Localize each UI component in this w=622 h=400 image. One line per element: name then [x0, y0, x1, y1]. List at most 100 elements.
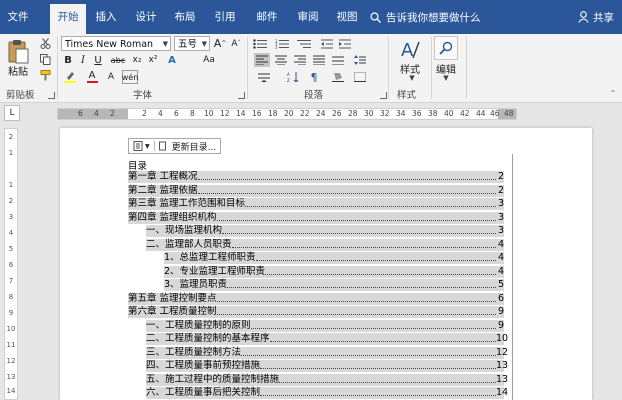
toc-entry[interactable]: 五、施工过程中的质量控制措施 13 — [128, 373, 508, 386]
toc-entry[interactable]: 第二章 监理依据 2 — [128, 184, 504, 197]
toc-entry[interactable]: 2、专业监理工程师职责 4 — [128, 265, 504, 278]
toc-entry-text[interactable]: 四、工程质量事前预控措施 — [146, 360, 261, 372]
toc-entry-text[interactable]: 2、专业监理工程师职责 — [164, 265, 266, 278]
toc-entry-text[interactable]: 第二章 监理依据 — [128, 184, 198, 197]
font-launcher-icon[interactable] — [238, 92, 245, 99]
justify-icon[interactable] — [311, 53, 327, 67]
tab-design[interactable]: 设计 — [126, 0, 166, 34]
toc-entry-text[interactable]: 一、工程质量控制的原则 — [146, 319, 251, 332]
show-marks-icon[interactable]: ¶ — [306, 70, 322, 84]
font-color-button[interactable]: A — [84, 70, 100, 84]
chevron-down-icon[interactable]: ▼ — [202, 37, 207, 52]
ruler-strip[interactable]: 6 4 2 2 4 6 8 10 12 14 16 18 20 22 24 26… — [57, 108, 517, 120]
toc-entry-text[interactable]: 二、工程质量控制的基本程序 — [146, 333, 270, 345]
copy-icon[interactable] — [38, 52, 52, 66]
toc-entry-text[interactable]: 三、工程质量控制方法 — [146, 346, 242, 359]
toc-entry[interactable]: 三、工程质量控制方法 12 — [128, 346, 508, 359]
toc-entry-text[interactable]: 3、监理员职责 — [164, 279, 228, 291]
shrink-font-icon[interactable]: Aˇ — [229, 36, 243, 51]
ruler-number: 2 — [8, 133, 14, 141]
toc-entry[interactable]: 1、总监理工程师职责 4 — [128, 252, 504, 264]
toc-entry-text[interactable]: 第一章 工程概况 — [128, 171, 198, 183]
tab-insert[interactable]: 插入 — [86, 0, 126, 34]
tab-layout[interactable]: 布局 — [166, 0, 204, 34]
toc-entry-text[interactable]: 第五章 监理控制要点 — [128, 292, 217, 305]
styles-icon[interactable]: A — [395, 36, 425, 62]
update-toc-button[interactable]: 更新目录... — [172, 140, 217, 153]
borders-icon[interactable] — [352, 70, 368, 84]
toc-entry[interactable]: 一、现场监理机构 3 — [128, 225, 504, 237]
toc-icon[interactable] — [133, 141, 143, 151]
toc-entry[interactable]: 第五章 监理控制要点 6 — [128, 292, 504, 305]
toc-entry-text[interactable]: 第六章 工程质量控制 — [128, 306, 217, 318]
toc-entry[interactable]: 二、监理部人员职责 4 — [128, 238, 504, 251]
toc-entry[interactable]: 六、工程质量事后把关控制 14 — [128, 387, 508, 399]
increase-indent-icon[interactable] — [338, 37, 352, 50]
shading-icon[interactable] — [330, 70, 346, 84]
line-spacing-icon[interactable] — [352, 53, 368, 67]
font-size-combo[interactable]: 五号 ▼ — [174, 36, 210, 51]
tab-mailings[interactable]: 邮件 — [246, 0, 288, 34]
format-painter-icon[interactable] — [38, 68, 52, 82]
toc-entry-text[interactable]: 1、总监理工程师职责 — [164, 252, 256, 264]
distributed-icon[interactable] — [330, 53, 346, 67]
toc-entry[interactable]: 一、工程质量控制的原则 9 — [128, 319, 504, 332]
highlight-color-icon[interactable] — [62, 70, 78, 84]
text-effects-button[interactable]: A — [164, 53, 180, 67]
numbering-icon[interactable]: 123 — [273, 37, 291, 50]
find-icon[interactable] — [434, 36, 458, 60]
tell-me-search[interactable]: 告诉我你想要做什么 — [370, 0, 481, 34]
italic-button[interactable]: I — [77, 53, 89, 67]
bullets-icon[interactable] — [251, 37, 269, 50]
align-right-icon[interactable] — [292, 53, 308, 67]
toc-entry-text[interactable]: 六、工程质量事后把关控制 — [146, 387, 261, 399]
bold-button[interactable]: B — [62, 53, 74, 67]
toc-entry[interactable]: 四、工程质量事前预控措施 13 — [128, 360, 508, 372]
tab-file[interactable]: 文件 — [0, 0, 36, 34]
underline-button[interactable]: U — [92, 53, 104, 67]
toc-entry-text[interactable]: 五、施工过程中的质量控制措施 — [146, 373, 280, 386]
tab-review[interactable]: 审阅 — [288, 0, 328, 34]
toc-entry-text[interactable]: 第三章 监理工作范围和目标 — [128, 198, 246, 210]
chevron-down-icon[interactable]: ▼ — [145, 143, 150, 150]
grow-font-icon[interactable]: A ^ — [213, 36, 227, 51]
paste-button[interactable] — [4, 36, 32, 66]
paragraph-launcher-icon[interactable] — [380, 92, 387, 99]
multilevel-list-icon[interactable] — [295, 37, 313, 50]
change-case-button[interactable]: Aa — [200, 53, 218, 67]
chevron-down-icon[interactable]: ▼ — [402, 74, 422, 82]
chinese-layout-icon[interactable] — [256, 70, 272, 84]
toc-entry[interactable]: 3、监理员职责 5 — [128, 279, 504, 291]
toc-entry[interactable]: 二、工程质量控制的基本程序 10 — [128, 333, 508, 345]
subscript-button[interactable]: x₂ — [130, 53, 144, 67]
chevron-down-icon[interactable]: ▼ — [436, 74, 456, 82]
superscript-button[interactable]: x² — [146, 53, 160, 67]
toc-entry-text[interactable]: 二、监理部人员职责 — [146, 238, 232, 251]
chevron-down-icon[interactable]: ▼ — [163, 37, 168, 52]
align-left-icon[interactable] — [254, 53, 270, 67]
collapse-ribbon-icon[interactable]: ⌃ — [608, 88, 618, 98]
toc-entry[interactable]: 第四章 监理组织机构 3 — [128, 211, 504, 224]
font-name-combo[interactable]: Times New Roman ▼ — [61, 36, 171, 51]
editing-label[interactable]: 编辑 — [430, 62, 462, 76]
tab-view[interactable]: 视图 — [328, 0, 366, 34]
align-center-icon[interactable] — [273, 53, 289, 67]
toc-entry-text[interactable]: 一、现场监理机构 — [146, 225, 223, 237]
clipboard-launcher-icon[interactable] — [48, 92, 55, 99]
char-shading-button[interactable]: A — [104, 70, 118, 84]
styles-label[interactable]: 样式 — [392, 62, 428, 76]
decrease-indent-icon[interactable] — [320, 37, 334, 50]
sort-icon[interactable]: AZ — [285, 70, 301, 84]
tab-selector[interactable]: L — [4, 105, 20, 121]
toc-entry[interactable]: 第六章 工程质量控制 9 — [128, 306, 504, 318]
share-button[interactable]: 共享 — [578, 0, 614, 34]
toc-entry[interactable]: 第一章 工程概况 2 — [128, 171, 504, 183]
strikethrough-button[interactable]: abc — [108, 53, 128, 67]
tab-home[interactable]: 开始 — [50, 4, 86, 34]
toc-entry[interactable]: 第三章 监理工作范围和目标 3 — [128, 198, 504, 210]
tab-references[interactable]: 引用 — [204, 0, 246, 34]
cut-icon[interactable] — [38, 36, 52, 50]
toc-entry-text[interactable]: 第四章 监理组织机构 — [128, 211, 217, 224]
char-border-button[interactable]: wén — [122, 70, 138, 84]
document-page[interactable]: ▼ ! 更新目录... 目录 第一章 工程概况 2 第二章 监理依据 2 第三章 监理工… — [60, 128, 592, 400]
